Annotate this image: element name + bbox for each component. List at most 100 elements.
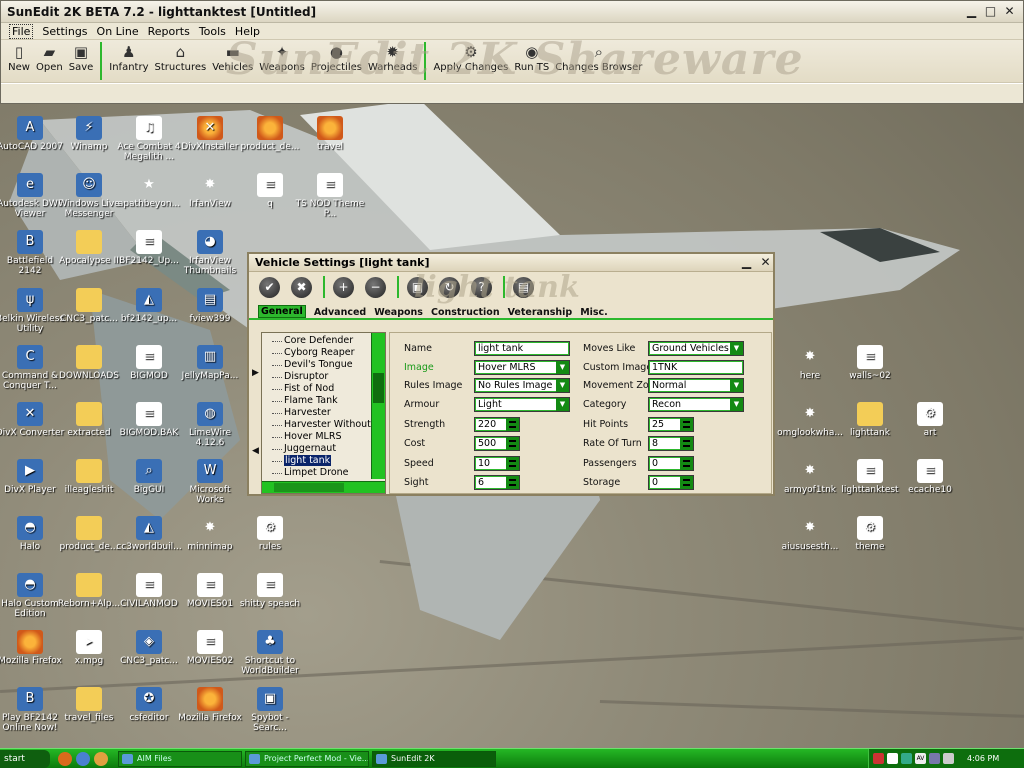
- list-vertical-scrollbar[interactable]: [371, 333, 385, 479]
- cost-spinner[interactable]: 500: [474, 436, 520, 451]
- list-item[interactable]: Juggernaut: [262, 443, 372, 455]
- moves-like-select[interactable]: Ground Vehicles ▼: [648, 341, 744, 356]
- menu-online[interactable]: On Line: [97, 25, 139, 38]
- sight-spinner[interactable]: 6: [474, 475, 520, 490]
- desktop-icon[interactable]: ▥ JellyMapPa...: [175, 345, 245, 381]
- desktop-icon[interactable]: ≡ ecache10: [895, 459, 965, 495]
- add-icon[interactable]: +: [333, 276, 354, 298]
- desktop-icon[interactable]: ♫ Ace Combat 4 Megalith ...: [114, 116, 184, 162]
- desktop-icon[interactable]: ⚙ rules: [235, 516, 305, 552]
- desktop-icon[interactable]: W Microsoft Works: [175, 459, 245, 505]
- image-select[interactable]: Hover MLRS ▼: [474, 360, 570, 375]
- desktop-icon[interactable]: ⚙ theme: [835, 516, 905, 552]
- spinner-arrows-icon[interactable]: [506, 418, 519, 431]
- toolbar-save-button[interactable]: ▣ Save: [69, 42, 94, 73]
- movement-zone-select[interactable]: Normal ▼: [648, 378, 744, 393]
- strength-spinner[interactable]: 220: [474, 417, 520, 432]
- cancel-x-icon[interactable]: ✖: [291, 276, 312, 298]
- spinner-arrows-icon[interactable]: [680, 476, 693, 489]
- toolbar-warheads-button[interactable]: ✹ Warheads: [368, 42, 418, 73]
- media-quicklaunch-icon[interactable]: [94, 751, 108, 766]
- toolbar-apply-changes-button[interactable]: ⚙ Apply Changes: [433, 42, 508, 73]
- toolbar-structures-button[interactable]: ⌂ Structures: [155, 42, 207, 73]
- spinner-arrows-icon[interactable]: [506, 457, 519, 470]
- display-tray-icon[interactable]: [943, 753, 954, 764]
- toolbar-run-ts-button[interactable]: ◉ Run TS: [514, 42, 549, 73]
- list-item[interactable]: Cyborg Reaper: [262, 347, 372, 359]
- desktop-icon[interactable]: ★ apathbeyon...: [114, 173, 184, 209]
- desktop-icon[interactable]: ♣ Shortcut to WorldBuilder: [235, 630, 305, 676]
- list-item[interactable]: Fist of Nod: [262, 383, 372, 395]
- spinner-arrows-icon[interactable]: [506, 476, 519, 489]
- toolbar-changes-browser-button[interactable]: ⌕ Changes Browser: [555, 42, 642, 73]
- desktop-icon[interactable]: ⌕ BigGUI: [114, 459, 184, 495]
- menu-reports[interactable]: Reports: [148, 25, 190, 38]
- toolbar-vehicles-button[interactable]: ▬ Vehicles: [212, 42, 253, 73]
- list-horizontal-scrollbar[interactable]: [262, 481, 385, 493]
- tab-weapons[interactable]: Weapons: [374, 307, 423, 318]
- toolbar-infantry-button[interactable]: ♟ Infantry: [109, 42, 148, 73]
- desktop-icon[interactable]: ≡ BIGMOD: [114, 345, 184, 381]
- network-tray-icon[interactable]: [887, 753, 898, 764]
- spinner-arrows-icon[interactable]: [680, 418, 693, 431]
- title-bar[interactable]: SunEdit 2K BETA 7.2 - lighttanktest [Unt…: [1, 1, 1023, 23]
- ok-check-icon[interactable]: ✔: [259, 276, 280, 298]
- desktop-icon[interactable]: ◭ cc3worldbuil...: [114, 516, 184, 552]
- antivirus-tray-icon[interactable]: AV: [915, 753, 926, 764]
- passengers-spinner[interactable]: 0: [648, 456, 694, 471]
- desktop-icon[interactable]: ≡ BIGMOD.BAK: [114, 402, 184, 438]
- toolbar-new-button[interactable]: ▯ New: [8, 42, 30, 73]
- spinner-arrows-icon[interactable]: [506, 437, 519, 450]
- menu-help[interactable]: Help: [235, 25, 260, 38]
- armour-select[interactable]: Light ▼: [474, 397, 570, 412]
- taskbar-button-ppm[interactable]: Project Perfect Mod - Vie...: [245, 750, 369, 767]
- menu-tools[interactable]: Tools: [199, 25, 226, 38]
- tab-general[interactable]: General: [258, 305, 306, 318]
- volume-tray-icon[interactable]: [929, 753, 940, 764]
- panel-expand-arrow-icon[interactable]: ▶: [252, 368, 259, 378]
- dialog-close-icon[interactable]: ✕: [758, 255, 773, 270]
- taskbar-button-sunedit[interactable]: SunEdit 2K: [372, 750, 496, 767]
- firefox-quicklaunch-icon[interactable]: [58, 751, 72, 766]
- desktop-icon[interactable]: ▤ fview399: [175, 288, 245, 324]
- messenger-tray-icon[interactable]: [901, 753, 912, 764]
- desktop-icon[interactable]: ≡ CIVILANMOD: [114, 573, 184, 609]
- menu-file[interactable]: File: [9, 23, 34, 39]
- rules-image-select[interactable]: No Rules Image Selec▼: [474, 378, 570, 393]
- desktop-icon[interactable]: ◍ LimeWire 4.12.6: [175, 402, 245, 448]
- tab-construction[interactable]: Construction: [431, 307, 500, 318]
- panel-collapse-arrow-icon[interactable]: ◀: [252, 446, 259, 456]
- tab-advanced[interactable]: Advanced: [314, 307, 366, 318]
- speed-spinner[interactable]: 10: [474, 456, 520, 471]
- desktop-icon[interactable]: ≡ shitty speach: [235, 573, 305, 609]
- rate-of-turn-spinner[interactable]: 8: [648, 436, 694, 451]
- maximize-icon[interactable]: □: [983, 4, 998, 19]
- desktop-icon[interactable]: ◭ bf2142_up...: [114, 288, 184, 324]
- list-item[interactable]: Harvester Without B: [262, 419, 372, 431]
- desktop-icon[interactable]: ✪ csfeditor: [114, 687, 184, 723]
- desktop-icon[interactable]: ≡ BF2142_Up...: [114, 230, 184, 266]
- desktop-icon[interactable]: ≡ walls~02: [835, 345, 905, 381]
- list-item[interactable]: Disruptor: [262, 371, 372, 383]
- desktop-icon[interactable]: travel: [295, 116, 365, 152]
- list-item[interactable]: Core Defender: [262, 335, 372, 347]
- toolbar-weapons-button[interactable]: ✦ Weapons: [259, 42, 305, 73]
- toolbar-open-button[interactable]: ▰ Open: [36, 42, 63, 73]
- desktop-icon[interactable]: ⚙ art: [895, 402, 965, 438]
- desktop-icon[interactable]: ▣ Spybot - Searc...: [235, 687, 305, 733]
- close-icon[interactable]: ✕: [1002, 4, 1017, 19]
- ie-quicklaunch-icon[interactable]: [76, 751, 90, 766]
- custom-image-input[interactable]: 1TNK: [648, 360, 744, 375]
- security-tray-icon[interactable]: [873, 753, 884, 764]
- desktop-icon[interactable]: ≡ TS NOD Theme P...: [295, 173, 365, 219]
- tab-misc[interactable]: Misc.: [580, 307, 608, 318]
- spinner-arrows-icon[interactable]: [680, 457, 693, 470]
- name-input[interactable]: light tank: [474, 341, 570, 356]
- menu-settings[interactable]: Settings: [42, 25, 87, 38]
- list-item[interactable]: Hover MLRS: [262, 431, 372, 443]
- taskbar-button-aim[interactable]: AIM Files: [118, 750, 242, 767]
- toolbar-projectiles-button[interactable]: ● Projectiles: [311, 42, 362, 73]
- remove-icon[interactable]: −: [365, 276, 386, 298]
- hit-points-spinner[interactable]: 25: [648, 417, 694, 432]
- vehicle-list[interactable]: Core Defender Cyborg Reaper Devil's Tongue…: [261, 332, 386, 494]
